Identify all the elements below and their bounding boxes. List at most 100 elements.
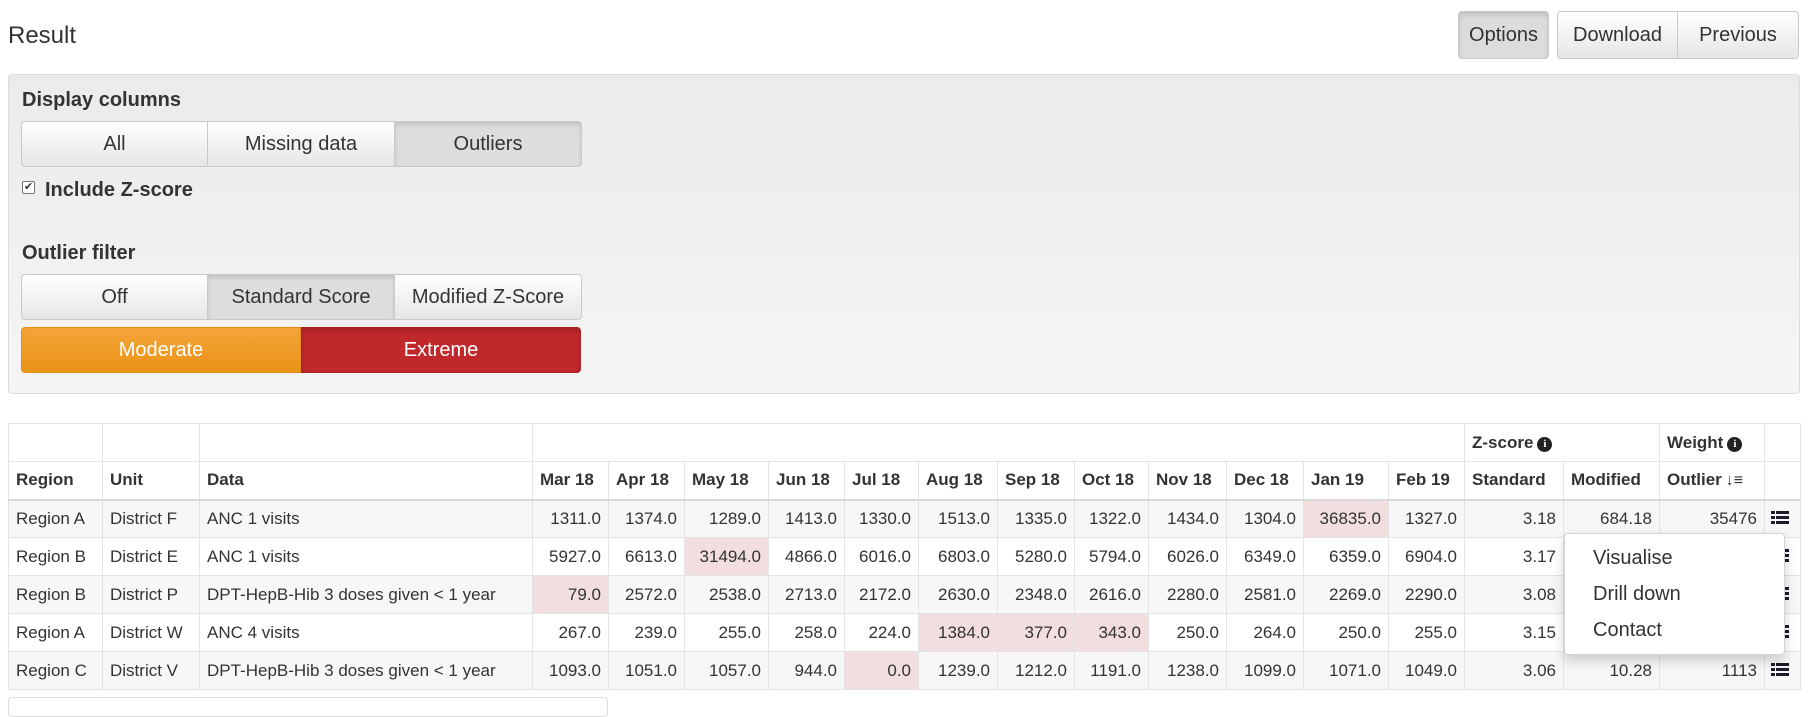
cell-value: 377.0 [997, 613, 1075, 652]
info-icon[interactable]: i [1727, 436, 1743, 452]
column-header-month[interactable]: Jan 19 [1303, 461, 1389, 501]
cell-zscore-modified: 10.28 [1563, 651, 1660, 690]
cell-value: 1057.0 [684, 651, 769, 690]
extreme-button[interactable]: Extreme [301, 327, 581, 373]
filter-modified-zscore-button[interactable]: Modified Z-Score [395, 274, 582, 320]
column-header-month[interactable]: Jun 18 [768, 461, 845, 501]
list-icon[interactable] [1785, 586, 1790, 601]
column-header-month[interactable]: Dec 18 [1226, 461, 1304, 501]
table-row: Region C District V DPT-HepB-Hib 3 doses g… [8, 651, 1801, 690]
cell-value: 6803.0 [918, 537, 998, 576]
spacer [102, 423, 200, 462]
display-outliers-button[interactable]: Outliers [395, 121, 582, 167]
cell-value: 6016.0 [844, 537, 919, 576]
moderate-button[interactable]: Moderate [21, 327, 301, 373]
table-row: Region A District F ANC 1 visits 1311.0 1374… [8, 499, 1801, 538]
filter-standard-score-button[interactable]: Standard Score [208, 274, 395, 320]
display-all-button[interactable]: All [21, 121, 208, 167]
cell-value: 2538.0 [684, 575, 769, 614]
cell-value: 2290.0 [1388, 575, 1465, 614]
column-header-month[interactable]: Mar 18 [532, 461, 609, 501]
menu-item-contact[interactable]: Contact [1565, 612, 1784, 648]
cell-value: 224.0 [844, 613, 919, 652]
cell-value: 1384.0 [918, 613, 998, 652]
cell-value: 31494.0 [684, 537, 769, 576]
cell-value: 1093.0 [532, 651, 609, 690]
column-header-outlier[interactable]: Outlier ↓≡ [1659, 461, 1765, 501]
cell-value: 239.0 [608, 613, 685, 652]
column-header-month[interactable]: Sep 18 [997, 461, 1075, 501]
cell-value: 2616.0 [1074, 575, 1149, 614]
cell-value: 267.0 [532, 613, 609, 652]
cell-value: 1335.0 [997, 499, 1075, 538]
toolbar: Options Download Previous [1458, 11, 1799, 59]
filter-off-button[interactable]: Off [21, 274, 208, 320]
column-header-month[interactable]: May 18 [684, 461, 769, 501]
cell-zscore-standard: 3.18 [1464, 499, 1564, 538]
cell-region: Region A [8, 613, 103, 652]
cell-unit: District P [102, 575, 200, 614]
cell-value: 1330.0 [844, 499, 919, 538]
cell-value: 5794.0 [1074, 537, 1149, 576]
download-button[interactable]: Download [1557, 11, 1678, 59]
cell-data-element: ANC 4 visits [199, 613, 533, 652]
zscore-group-header: Z-score i [1464, 423, 1660, 462]
spacer [1764, 423, 1801, 462]
menu-item-visualise[interactable]: Visualise [1565, 540, 1784, 576]
cell-value: 264.0 [1226, 613, 1304, 652]
display-missing-data-button[interactable]: Missing data [208, 121, 395, 167]
column-header-month[interactable]: Apr 18 [608, 461, 685, 501]
cell-value: 1099.0 [1226, 651, 1304, 690]
column-header-region[interactable]: Region [8, 461, 103, 501]
cell-value: 2280.0 [1148, 575, 1227, 614]
export-button-group: Download Previous [1557, 11, 1799, 59]
cell-value: 2269.0 [1303, 575, 1389, 614]
column-header-month[interactable]: Nov 18 [1148, 461, 1227, 501]
column-header-month[interactable]: Jul 18 [844, 461, 919, 501]
menu-item-drill-down[interactable]: Drill down [1565, 576, 1784, 612]
cell-value: 250.0 [1303, 613, 1389, 652]
cell-zscore-standard: 3.15 [1464, 613, 1564, 652]
column-header-standard[interactable]: Standard [1464, 461, 1564, 501]
cell-value: 255.0 [1388, 613, 1465, 652]
previous-button[interactable]: Previous [1678, 11, 1799, 59]
cell-value: 6026.0 [1148, 537, 1227, 576]
column-header-modified[interactable]: Modified [1563, 461, 1660, 501]
info-icon[interactable]: i [1537, 436, 1553, 452]
options-panel: Display columns All Missing data Outlier… [8, 74, 1800, 394]
include-zscore-checkbox[interactable]: ✔ [22, 181, 35, 194]
spacer [1764, 461, 1801, 501]
column-header-month[interactable]: Feb 19 [1388, 461, 1465, 501]
cell-value: 1513.0 [918, 499, 998, 538]
column-header-month[interactable]: Oct 18 [1074, 461, 1149, 501]
column-header-data[interactable]: Data [199, 461, 533, 501]
cell-outlier-weight: 1113 [1659, 651, 1765, 690]
results-table: Z-score i Weight i Region Unit Data Mar 18… [8, 423, 1801, 690]
cell-region: Region B [8, 537, 103, 576]
cell-zscore-modified: 684.18 [1563, 499, 1660, 538]
column-header-unit[interactable]: Unit [102, 461, 200, 501]
display-columns-label: Display columns [22, 89, 181, 111]
cell-data-element: DPT-HepB-Hib 3 doses given < 1 year [199, 575, 533, 614]
cell-value: 2572.0 [608, 575, 685, 614]
list-icon[interactable] [1771, 662, 1789, 677]
cell-unit: District V [102, 651, 200, 690]
spacer [199, 423, 533, 462]
cell-outlier-weight: 35476 [1659, 499, 1765, 538]
sort-amount-down-icon[interactable]: ↓≡ [1726, 472, 1743, 489]
list-icon[interactable] [1771, 510, 1789, 525]
list-icon[interactable] [1785, 624, 1790, 639]
cell-value: 1049.0 [1388, 651, 1465, 690]
cell-value: 1304.0 [1226, 499, 1304, 538]
cell-value: 1238.0 [1148, 651, 1227, 690]
list-icon[interactable] [1785, 548, 1790, 563]
page-title: Result [8, 22, 77, 49]
cell-value: 1327.0 [1388, 499, 1465, 538]
spacer [8, 423, 103, 462]
options-button[interactable]: Options [1458, 11, 1549, 59]
cell-value: 250.0 [1148, 613, 1227, 652]
table-row: Region A District W ANC 4 visits 267.0 239.0… [8, 613, 1801, 652]
table-row: Region B District P DPT-HepB-Hib 3 doses g… [8, 575, 1801, 614]
cell-value: 2348.0 [997, 575, 1075, 614]
column-header-month[interactable]: Aug 18 [918, 461, 998, 501]
